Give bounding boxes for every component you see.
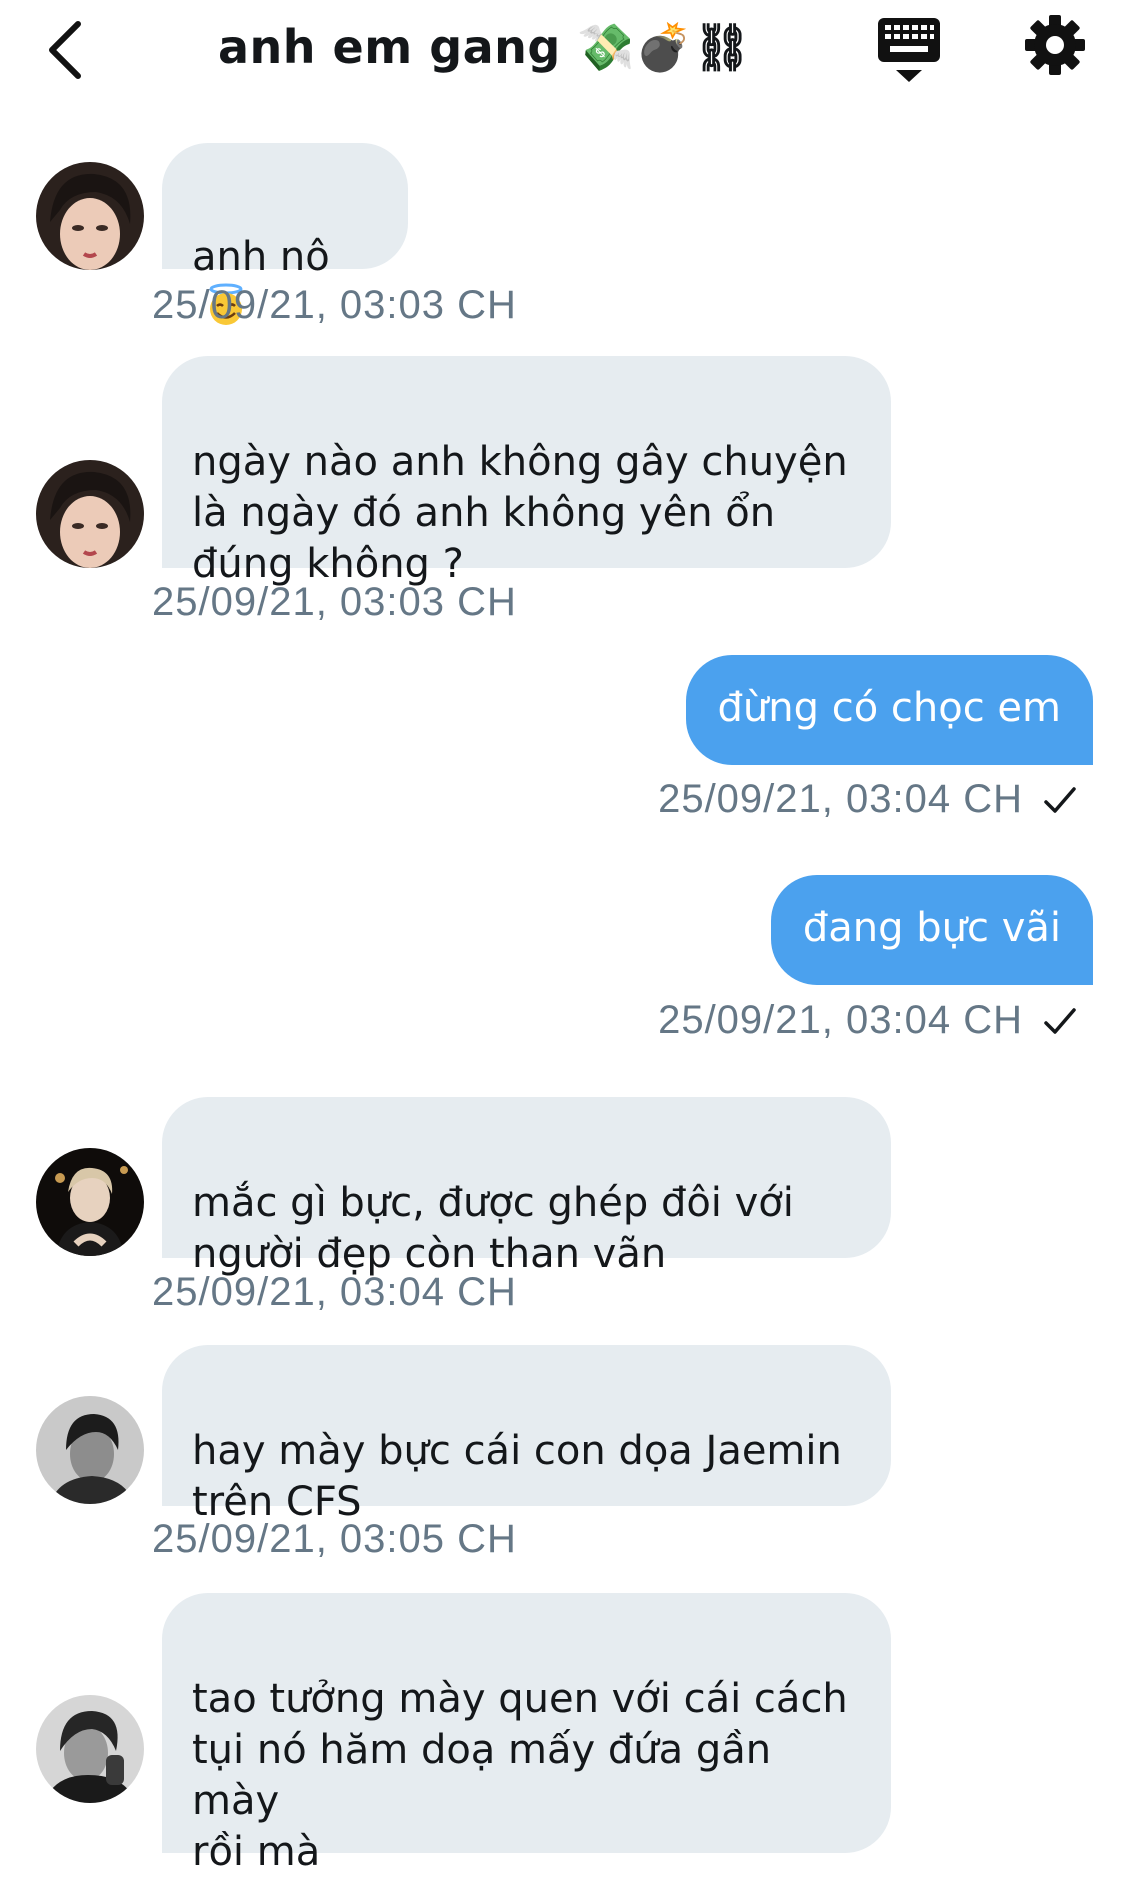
message-timestamp: 25/09/21, 03:05 CH xyxy=(152,1517,517,1561)
message-timestamp: 25/09/21, 03:03 CH xyxy=(152,283,517,327)
incoming-message-bubble[interactable]: tao tưởng mày quen với cái cách tụi nó h… xyxy=(162,1593,891,1875)
outgoing-message-bubble[interactable]: đừng có chọc em xyxy=(685,655,1093,765)
checkmark-icon xyxy=(1044,1007,1076,1034)
message-text: mắc gì bực, được ghép đôi với người đẹp … xyxy=(192,1180,794,1277)
avatar[interactable] xyxy=(36,1695,144,1803)
avatar[interactable] xyxy=(36,162,144,270)
message-text: đang bực vãi xyxy=(802,905,1061,951)
avatar[interactable] xyxy=(36,1396,144,1504)
chat-header: anh em gang 💸💣⛓ xyxy=(0,0,1125,110)
incoming-message-bubble[interactable]: ngày nào anh không gây chuyện là ngày đó… xyxy=(162,356,891,587)
chevron-left-icon xyxy=(49,21,81,79)
incoming-message-bubble[interactable]: hay mày bực cái con dọa Jaemin trên CFS xyxy=(162,1345,891,1525)
message-timestamp-row: 25/09/21, 03:04 CH xyxy=(658,777,1077,822)
message-timestamp: 25/09/21, 03:04 CH xyxy=(658,998,1023,1042)
message-timestamp: 25/09/21, 03:03 CH xyxy=(152,580,517,624)
gear-icon xyxy=(1025,15,1085,75)
avatar[interactable] xyxy=(36,1148,144,1256)
message-timestamp: 25/09/21, 03:04 CH xyxy=(152,1270,517,1314)
checkmark-icon xyxy=(1044,786,1076,813)
message-text: tao tưởng mày quen với cái cách tụi nó h… xyxy=(192,1676,848,1875)
keyboard-button[interactable] xyxy=(876,16,942,84)
message-timestamp-row: 25/09/21, 03:04 CH xyxy=(658,998,1077,1043)
settings-button[interactable] xyxy=(1024,14,1086,76)
keyboard-icon xyxy=(878,18,940,82)
message-text: đừng có chọc em xyxy=(717,685,1061,731)
message-text: hay mày bực cái con dọa Jaemin trên CFS xyxy=(192,1428,842,1525)
message-text: ngày nào anh không gây chuyện là ngày đó… xyxy=(192,439,848,587)
avatar[interactable] xyxy=(36,460,144,568)
incoming-message-bubble[interactable]: anh nô xyxy=(162,143,408,325)
message-text: anh nô xyxy=(192,234,330,280)
outgoing-message-bubble[interactable]: đang bực vãi xyxy=(770,875,1093,985)
conversation-title: anh em gang 💸💣⛓ xyxy=(218,20,752,74)
message-timestamp: 25/09/21, 03:04 CH xyxy=(658,777,1023,821)
incoming-message-bubble[interactable]: mắc gì bực, được ghép đôi với người đẹp … xyxy=(162,1097,891,1277)
back-button[interactable] xyxy=(36,14,92,86)
